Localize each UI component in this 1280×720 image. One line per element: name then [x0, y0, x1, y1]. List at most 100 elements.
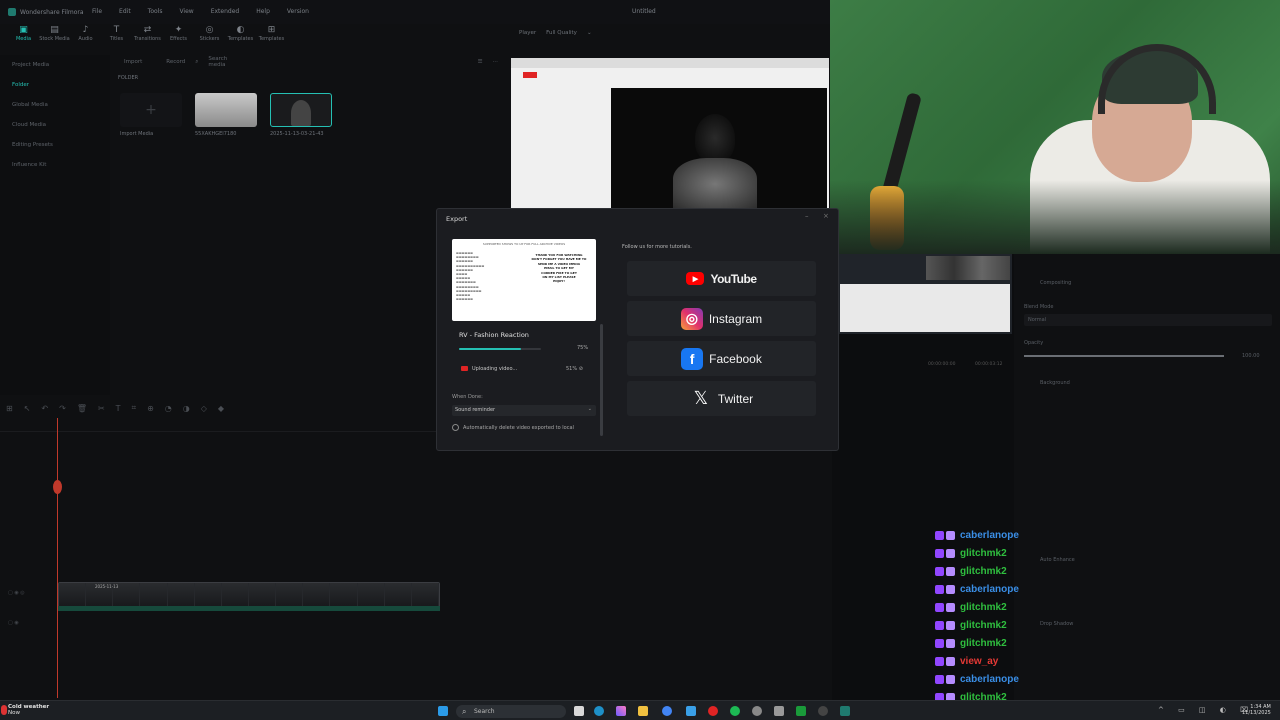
tab-transitions[interactable]: ⇄ Transitions [132, 24, 163, 50]
sidebar-item-influence-kit[interactable]: Influence Kit [0, 155, 110, 175]
filmora-taskbar-icon[interactable] [840, 706, 850, 716]
menu-tools[interactable]: Tools [148, 8, 163, 15]
menu-extended[interactable]: Extended [211, 8, 240, 15]
stock-media-icon: ▤ [50, 25, 59, 35]
crop-icon[interactable]: ⌗ [132, 403, 137, 413]
zoom-icon[interactable]: ⊕ [147, 404, 154, 413]
when-done-select[interactable]: Sound reminder ⌄ [452, 405, 596, 416]
playhead-handle[interactable] [53, 480, 62, 494]
scrollbar[interactable] [600, 324, 603, 436]
sidebar-item-folder[interactable]: Folder [0, 75, 110, 95]
file-explorer-icon[interactable] [638, 706, 648, 716]
chevron-down-icon: ⌄ [586, 30, 592, 36]
auto-delete-checkbox[interactable] [452, 424, 459, 431]
split-icon[interactable]: ✂ [98, 404, 105, 413]
grid-icon[interactable]: ⊞ [6, 404, 13, 413]
chat-message: caberlanope [935, 672, 1019, 686]
photos-icon[interactable] [686, 706, 696, 716]
moderator-badge-icon [935, 620, 944, 630]
chat-username[interactable]: caberlanope [960, 530, 1019, 541]
tab-media[interactable]: ▣ Media [8, 24, 39, 50]
tab-titles[interactable]: T Titles [101, 24, 132, 50]
playhead[interactable] [57, 418, 58, 698]
import-button[interactable]: Import [118, 59, 142, 65]
mask-icon[interactable]: ◇ [201, 404, 207, 413]
taskbar-search[interactable]: ⌕ Search [456, 705, 566, 718]
chat-username[interactable]: glitchmk2 [960, 638, 1007, 649]
subscriber-badge-icon [946, 638, 955, 648]
chat-username[interactable]: glitchmk2 [960, 566, 1007, 577]
color-icon[interactable]: ◑ [183, 404, 190, 413]
media-thumbnail-2[interactable] [270, 93, 332, 127]
clock[interactable]: 1:34 AM 11/13/2025 [1242, 704, 1271, 716]
menu-version[interactable]: Version [287, 8, 309, 15]
search-media-input[interactable]: Search media [208, 56, 237, 68]
timeline-audio-waveform[interactable] [58, 606, 440, 611]
weather-widget[interactable]: Cold weather Now [8, 704, 49, 716]
minimize-button[interactable]: – [805, 212, 809, 220]
tab-stock-media[interactable]: ▤ Stock Media [39, 24, 70, 50]
twitter-button[interactable]: 𝕏 Twitter [627, 381, 816, 416]
record-button[interactable]: Record [152, 59, 185, 65]
titles-icon: T [113, 25, 120, 35]
settings-icon[interactable] [752, 706, 762, 716]
tab-templates[interactable]: ◐ Templates [225, 24, 256, 50]
moderator-badge-icon [935, 638, 944, 648]
tab-effects[interactable]: ✦ Effects [163, 24, 194, 50]
chrome-icon[interactable] [662, 706, 672, 716]
facebook-button[interactable]: f Facebook [627, 341, 816, 376]
tab-audio[interactable]: ♪ Audio [70, 24, 101, 50]
sidebar-item-cloud-media[interactable]: Cloud Media [0, 115, 110, 135]
quality-dropdown[interactable]: Full Quality [546, 30, 577, 36]
effects-icon: ✦ [174, 25, 183, 35]
export-video-thumbnail: SUPPORTED SHOWS TO UP FOR FULL ARCHIVE V… [452, 239, 596, 321]
search-icon: ⌕ [195, 58, 199, 65]
copilot-icon[interactable] [616, 706, 626, 716]
windows-start-icon[interactable] [438, 706, 448, 716]
media-thumbnail-1[interactable] [195, 93, 257, 127]
chat-username[interactable]: view_ay [960, 656, 998, 667]
opacity-slider[interactable] [1024, 355, 1224, 357]
chat-username[interactable]: glitchmk2 [960, 620, 1007, 631]
media-player-icon[interactable] [818, 706, 828, 716]
text-icon[interactable]: T [116, 404, 121, 413]
keyframe-icon[interactable]: ◆ [218, 404, 224, 413]
cancel-upload-icon[interactable]: ⊘ [579, 366, 583, 372]
chat-username[interactable]: glitchmk2 [960, 602, 1007, 613]
redo-icon[interactable]: ↷ [59, 404, 66, 413]
chat-username[interactable]: caberlanope [960, 674, 1019, 685]
sidebar-item-editing-presets[interactable]: Editing Presets [0, 135, 110, 155]
select-icon[interactable]: ↖ [24, 404, 31, 413]
when-done-label: When Done: [452, 394, 483, 400]
close-button[interactable]: × [823, 212, 829, 220]
sidebar-item-global-media[interactable]: Global Media [0, 95, 110, 115]
xbox-icon[interactable] [796, 706, 806, 716]
menu-file[interactable]: File [92, 8, 102, 15]
app-icon[interactable] [774, 706, 784, 716]
task-view-icon[interactable] [574, 706, 584, 716]
menu-help[interactable]: Help [256, 8, 270, 15]
spotify-icon[interactable] [730, 706, 740, 716]
tab-templates-2[interactable]: ⊞ Templates [256, 24, 287, 50]
background-label: Background [1040, 380, 1070, 386]
edge-icon[interactable] [594, 706, 604, 716]
blend-mode-select[interactable]: Normal [1024, 314, 1272, 326]
chat-username[interactable]: glitchmk2 [960, 548, 1007, 559]
capture-page [840, 284, 1010, 332]
menu-edit[interactable]: Edit [119, 8, 131, 15]
tab-stickers[interactable]: ◎ Stickers [194, 24, 225, 50]
chat-message: caberlanope [935, 528, 1019, 542]
sidebar-item-project-media[interactable]: Project Media [0, 55, 110, 75]
youtube-icon[interactable] [708, 706, 718, 716]
filter-icon[interactable]: ☰ [478, 59, 483, 65]
chat-username[interactable]: caberlanope [960, 584, 1019, 595]
instagram-button[interactable]: ◎ Instagram [627, 301, 816, 336]
import-media-tile[interactable]: + [120, 93, 182, 127]
menu-view[interactable]: View [179, 8, 193, 15]
more-icon[interactable]: ⋯ [493, 59, 499, 65]
undo-icon[interactable]: ↶ [41, 404, 48, 413]
opacity-value[interactable]: 100.00 [1242, 353, 1260, 359]
speed-icon[interactable]: ◔ [165, 404, 172, 413]
delete-icon[interactable]: 🗑 [77, 404, 87, 413]
youtube-button[interactable]: ▶ YouTube [627, 261, 816, 296]
